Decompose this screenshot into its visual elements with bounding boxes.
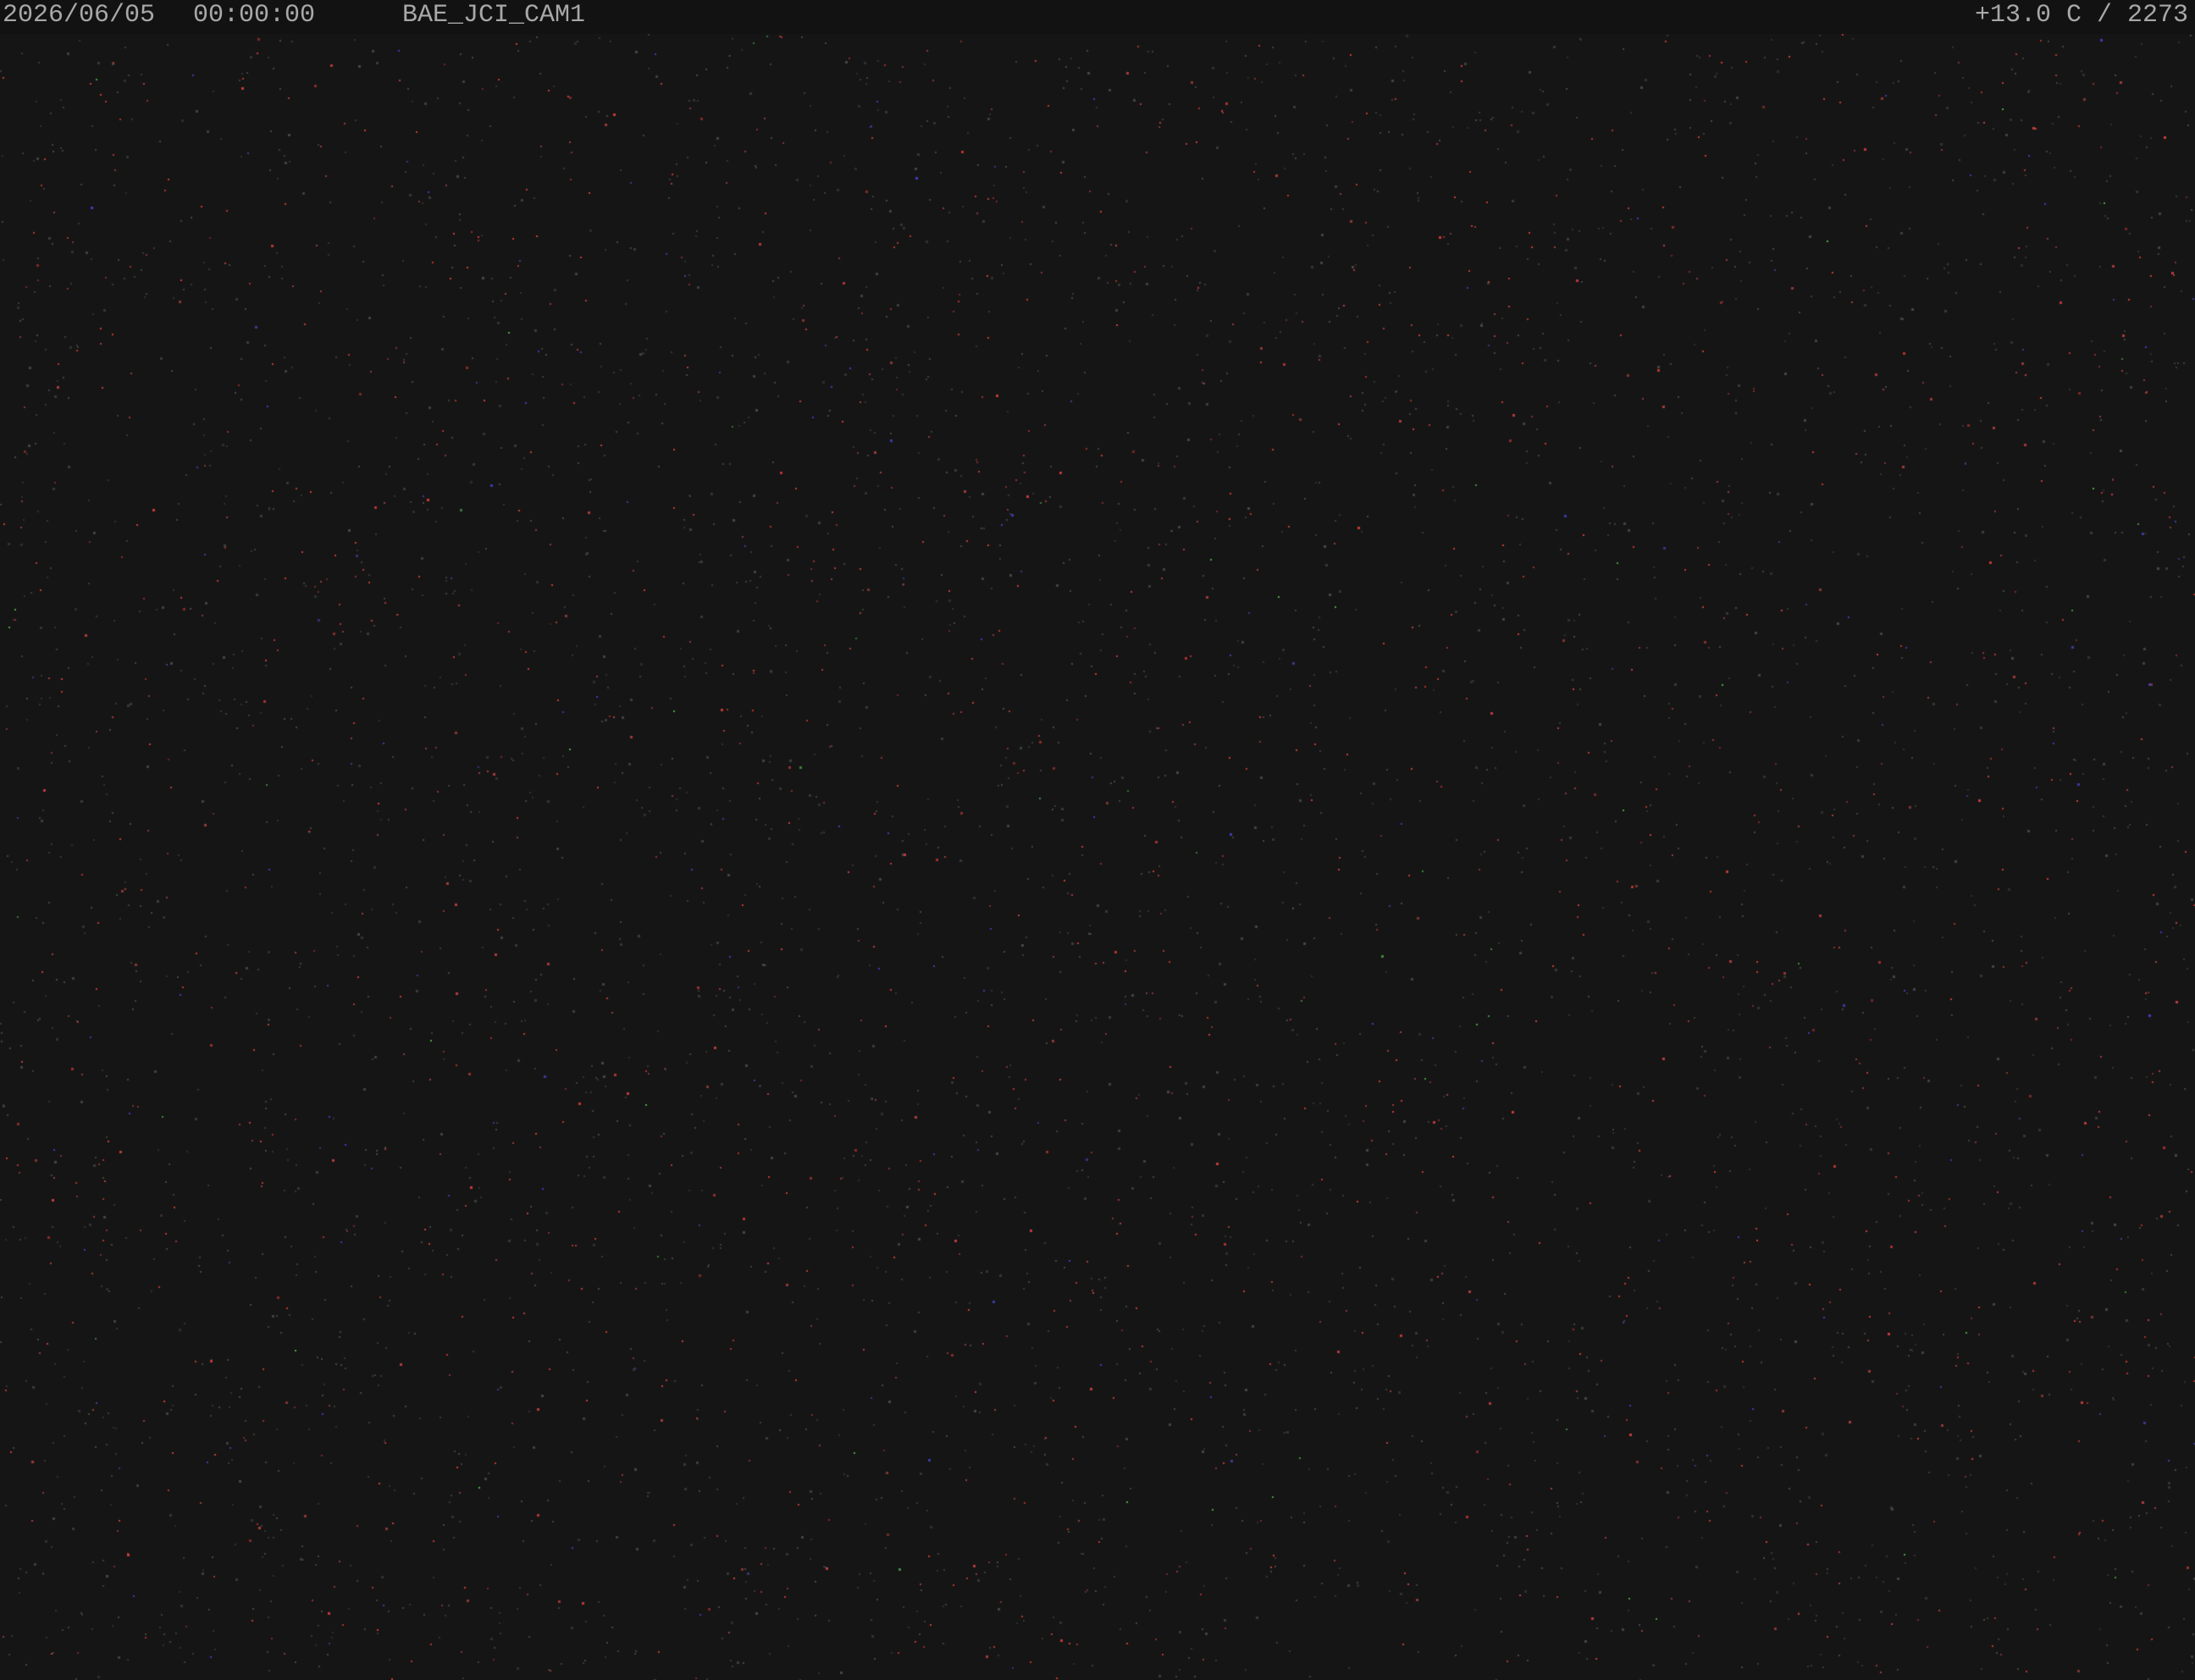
- osd-camera-name: BAE_JCI_CAM1: [402, 1, 586, 30]
- osd-date: 2026/06/05: [3, 1, 156, 30]
- osd-overlay-bar: 2026/06/05 00:00:00 BAE_JCI_CAM1 +13.0 C…: [0, 0, 2195, 34]
- osd-sensor-readout: +13.0 C / 2273: [1974, 1, 2188, 30]
- camera-frame: 2026/06/05 00:00:00 BAE_JCI_CAM1 +13.0 C…: [0, 0, 2195, 1680]
- osd-time: 00:00:00: [193, 1, 316, 30]
- night-sky-noise: [0, 0, 2195, 1680]
